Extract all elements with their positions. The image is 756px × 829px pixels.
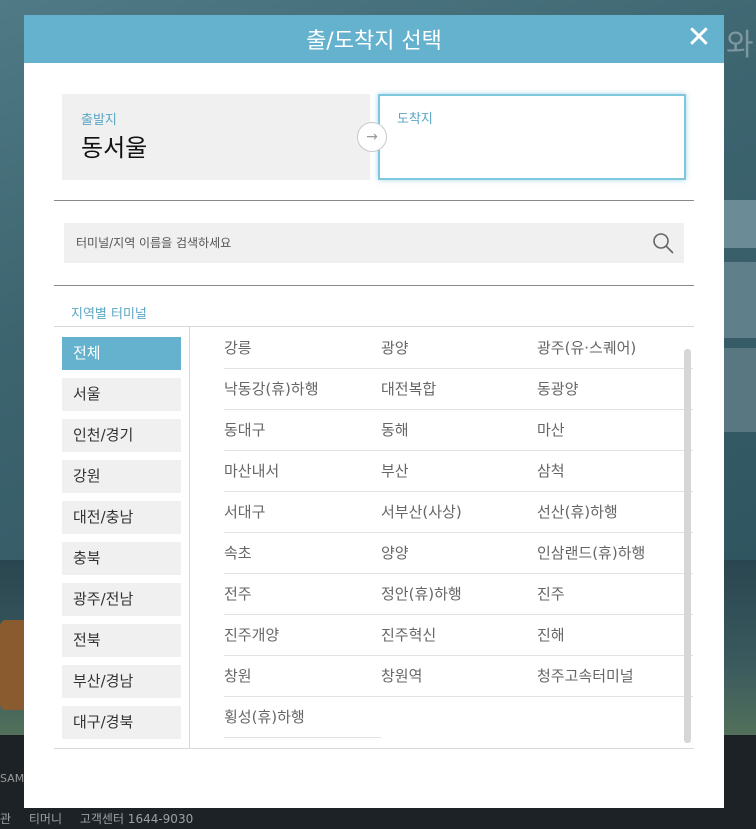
- terminal-select-modal: 출/도착지 선택 ✕ 출발지 동서울 도착지 → 지역별 터미널 전체 서울 인…: [24, 15, 724, 808]
- modal-title: 출/도착지 선택: [306, 29, 442, 54]
- terminal-row: 창원 창원역 청주고속터미널: [224, 656, 693, 697]
- search-box: [64, 223, 684, 263]
- search-icon[interactable]: [652, 232, 674, 254]
- terminal-row: 횡성(휴)하행: [224, 697, 381, 738]
- terminal-row: 전주 정안(휴)하행 진주: [224, 574, 693, 615]
- background-footer-links: 관 티머니 고객센터 1644-9030: [0, 810, 207, 827]
- terminal-item[interactable]: 진주개양: [224, 615, 279, 655]
- terminal-item[interactable]: 창원: [224, 656, 252, 696]
- terminal-item[interactable]: 마산: [537, 410, 565, 450]
- close-button[interactable]: ✕: [684, 23, 714, 53]
- region-item-gwangju-jeonnam[interactable]: 광주/전남: [62, 583, 181, 616]
- terminal-item[interactable]: 양양: [381, 533, 409, 573]
- divider: [54, 285, 694, 286]
- terminal-item[interactable]: 정안(휴)하행: [381, 574, 462, 614]
- terminal-item[interactable]: 광주(유·스퀘어): [537, 328, 636, 368]
- background-side-box: [724, 262, 756, 338]
- terminal-item[interactable]: 진해: [537, 615, 565, 655]
- terminal-row: 동대구 동해 마산: [224, 410, 693, 451]
- region-item-chungbuk[interactable]: 충북: [62, 542, 181, 575]
- terminal-item[interactable]: 마산내서: [224, 451, 279, 491]
- region-item-busan-gyeongnam[interactable]: 부산/경남: [62, 665, 181, 698]
- terminal-row: 서대구 서부산(사상) 선산(휴)하행: [224, 492, 693, 533]
- terminal-item[interactable]: 강릉: [224, 328, 252, 368]
- terminal-item[interactable]: 부산: [381, 451, 409, 491]
- terminal-item[interactable]: 전주: [224, 574, 252, 614]
- footer-link: 관: [0, 812, 12, 826]
- terminal-item[interactable]: 대전복합: [381, 369, 436, 409]
- terminal-row: 속초 양양 인삼랜드(휴)하행: [224, 533, 693, 574]
- region-item-all[interactable]: 전체: [62, 337, 181, 370]
- terminal-item[interactable]: 동대구: [224, 410, 265, 450]
- terminal-item[interactable]: 동광양: [537, 369, 578, 409]
- background-side-text: 와: [726, 28, 754, 63]
- terminal-item[interactable]: 진주혁신: [381, 615, 436, 655]
- footer-link: 고객센터 1644-9030: [79, 812, 194, 826]
- terminal-item[interactable]: 선산(휴)하행: [537, 492, 618, 532]
- terminal-item[interactable]: 동해: [381, 410, 409, 450]
- background-bus-image: [0, 620, 26, 710]
- terminal-item[interactable]: 횡성(휴)하행: [224, 697, 305, 737]
- background-logo: SAM: [0, 772, 25, 785]
- footer-link: 티머니: [28, 812, 62, 826]
- terminal-item[interactable]: 삼척: [537, 451, 565, 491]
- terminal-item[interactable]: 인삼랜드(휴)하행: [537, 533, 645, 573]
- departure-box[interactable]: 출발지 동서울: [62, 94, 370, 180]
- modal-header: 출/도착지 선택 ✕: [24, 15, 724, 63]
- terminal-list-scrollbar[interactable]: [684, 349, 691, 743]
- region-item-seoul[interactable]: 서울: [62, 378, 181, 411]
- terminal-row: 낙동강(휴)하행 대전복합 동광양: [224, 369, 693, 410]
- departure-label: 출발지: [81, 113, 117, 128]
- region-item-gangwon[interactable]: 강원: [62, 460, 181, 493]
- section-title: 지역별 터미널: [71, 307, 147, 322]
- terminal-item[interactable]: 청주고속터미널: [537, 656, 634, 696]
- arrow-right-icon: →: [357, 122, 387, 152]
- region-terminal-panel: 전체 서울 인천/경기 강원 대전/충남 충북 광주/전남 전북 부산/경남 대…: [54, 326, 694, 749]
- terminal-grid: 강릉 광양 광주(유·스퀘어) 낙동강(휴)하행 대전복합 동광양 동대구 동해…: [224, 327, 693, 748]
- route-selector: 출발지 동서울 도착지 →: [62, 94, 686, 180]
- background-side-box: [724, 348, 756, 432]
- region-item-daegu-gyeongbuk[interactable]: 대구/경북: [62, 706, 181, 739]
- region-item-jeonbuk[interactable]: 전북: [62, 624, 181, 657]
- terminal-item[interactable]: 속초: [224, 533, 252, 573]
- terminal-item[interactable]: 낙동강(휴)하행: [224, 369, 319, 409]
- divider: [54, 200, 694, 201]
- arrival-box[interactable]: 도착지: [378, 94, 686, 180]
- region-list: 전체 서울 인천/경기 강원 대전/충남 충북 광주/전남 전북 부산/경남 대…: [54, 327, 190, 748]
- terminal-row: 진주개양 진주혁신 진해: [224, 615, 693, 656]
- terminal-item[interactable]: 진주: [537, 574, 565, 614]
- terminal-item[interactable]: 창원역: [381, 656, 422, 696]
- departure-value: 동서울: [81, 134, 148, 162]
- arrival-label: 도착지: [397, 112, 433, 127]
- region-item-daejeon-chungnam[interactable]: 대전/충남: [62, 501, 181, 534]
- terminal-row: 마산내서 부산 삼척: [224, 451, 693, 492]
- terminal-item[interactable]: 서부산(사상): [381, 492, 462, 532]
- background-side-box: [724, 200, 756, 248]
- terminal-item[interactable]: 서대구: [224, 492, 265, 532]
- search-input[interactable]: [64, 223, 634, 263]
- terminal-item[interactable]: 광양: [381, 328, 409, 368]
- region-item-incheon-gyeonggi[interactable]: 인천/경기: [62, 419, 181, 452]
- terminal-row: 강릉 광양 광주(유·스퀘어): [224, 328, 693, 369]
